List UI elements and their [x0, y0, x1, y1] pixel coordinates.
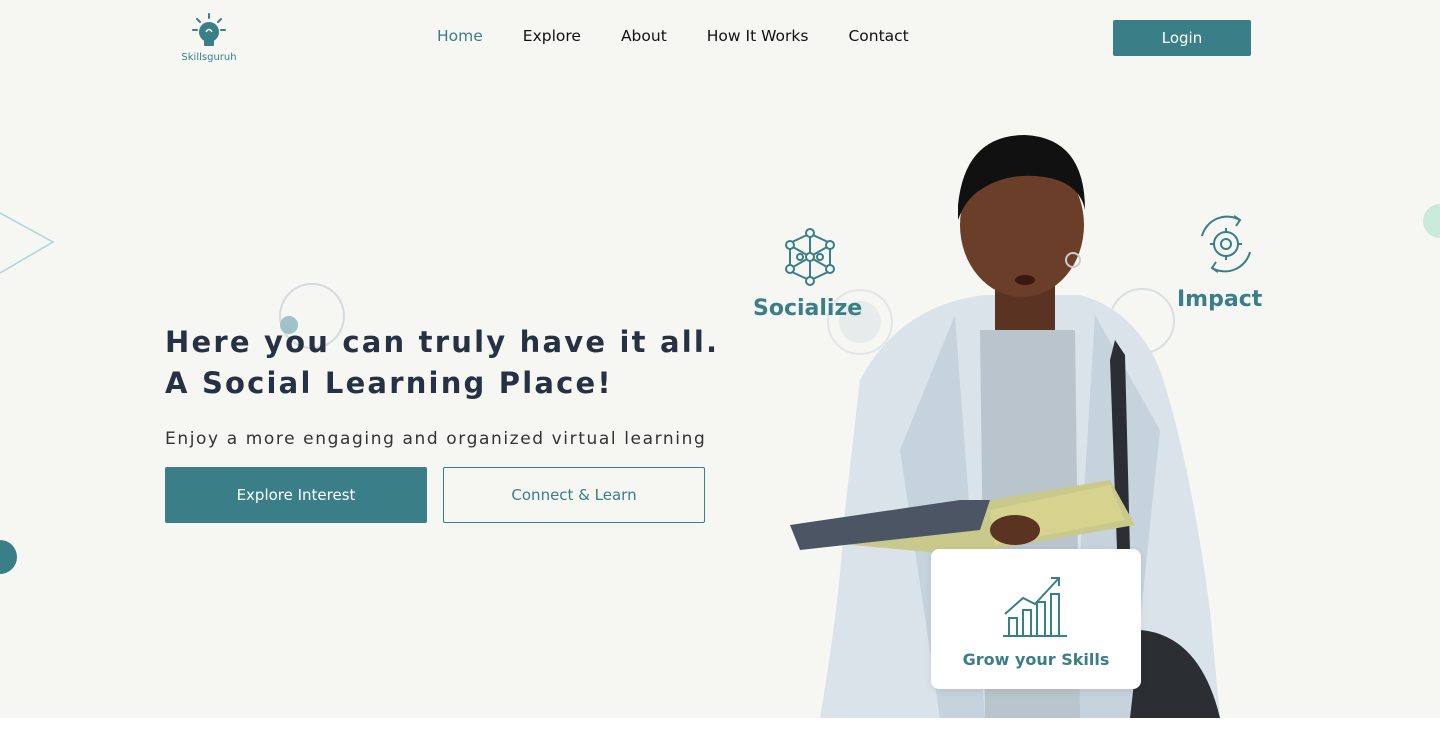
hero-subtitle: Enjoy a more engaging and organized virt…: [165, 429, 707, 449]
lightbulb-icon: [192, 13, 226, 46]
connect-learn-button[interactable]: Connect & Learn: [443, 467, 705, 523]
nav-contact[interactable]: Contact: [848, 27, 908, 49]
brand-name: Skillsguruh: [181, 52, 237, 63]
growth-chart-icon: [1003, 577, 1067, 637]
impact-label: Impact: [1177, 287, 1263, 312]
grow-skills-card: Grow your Skills: [931, 549, 1141, 689]
nav-home[interactable]: Home: [437, 27, 483, 49]
nav-about[interactable]: About: [621, 27, 667, 49]
landing-page: Skillsguruh Home Explore About How It Wo…: [0, 0, 1440, 718]
brand-logo[interactable]: Skillsguruh: [178, 12, 240, 66]
nav-explore[interactable]: Explore: [523, 27, 581, 49]
socialize-label: Socialize: [753, 296, 863, 321]
network-nodes-icon: [785, 228, 835, 286]
hero-title: Here you can truly have it all. A Social…: [165, 325, 720, 400]
half-circle-decoration-right: [1423, 204, 1440, 238]
login-button[interactable]: Login: [1113, 20, 1251, 56]
nav-how-it-works[interactable]: How It Works: [707, 27, 809, 49]
explore-interest-button[interactable]: Explore Interest: [165, 467, 427, 523]
grow-skills-label: Grow your Skills: [962, 650, 1110, 669]
triangle-outline-decoration: [0, 212, 55, 274]
main-nav: Home Explore About How It Works Contact: [437, 27, 949, 49]
gear-cycle-icon: [1201, 215, 1251, 273]
half-circle-decoration-left: [0, 540, 17, 574]
